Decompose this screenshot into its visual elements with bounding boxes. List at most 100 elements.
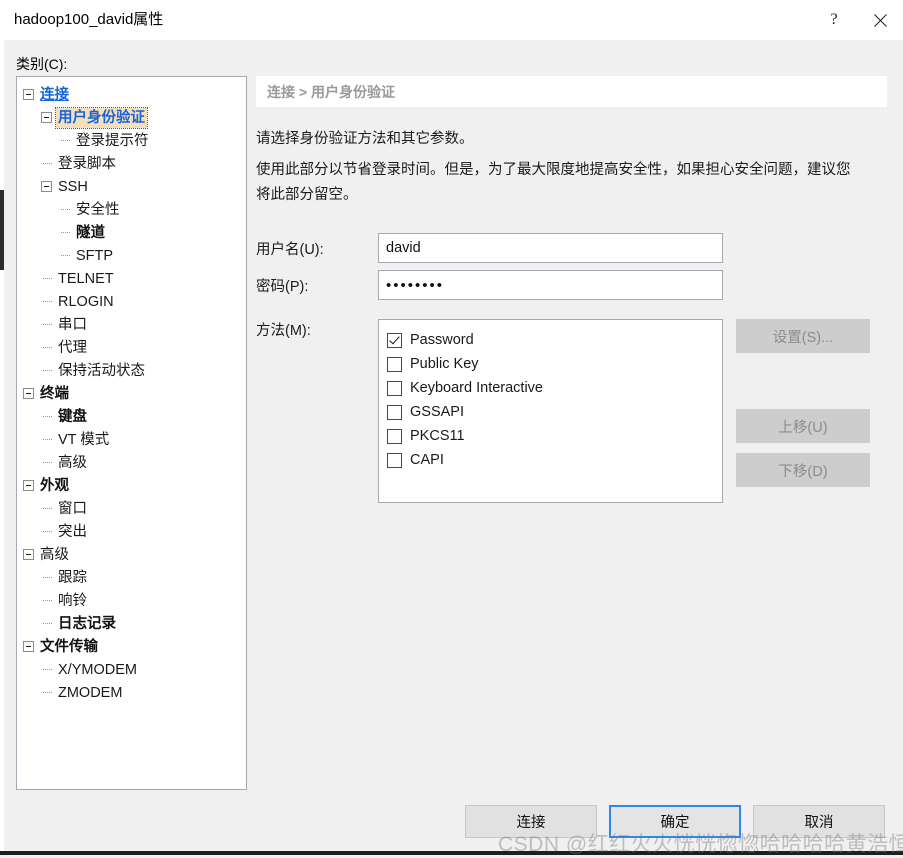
sidebar-item-14[interactable]: 键盘	[17, 405, 246, 428]
sidebar-item-1[interactable]: 用户身份验证	[17, 106, 246, 129]
tree-branch-line	[41, 428, 56, 451]
close-button[interactable]	[857, 0, 903, 40]
sidebar-item-20[interactable]: 高级	[17, 543, 246, 566]
title-bar: hadoop100_david属性 ?	[0, 0, 903, 40]
tree-collapse-icon[interactable]	[23, 89, 34, 100]
checkbox-icon[interactable]	[387, 405, 402, 420]
tree-branch-line	[41, 566, 56, 589]
username-input[interactable]	[378, 233, 723, 263]
password-label: 密码(P):	[256, 275, 378, 296]
tree-branch-line	[41, 520, 56, 543]
method-item-1[interactable]: Public Key	[387, 352, 722, 376]
description-line-2: 使用此部分以节省登录时间。但是，为了最大限度地提高安全性，如果担心安全问题，建议…	[256, 158, 864, 208]
checkbox-icon[interactable]	[387, 453, 402, 468]
username-row: 用户名(U):	[256, 233, 887, 263]
password-input[interactable]	[378, 270, 723, 300]
sidebar-item-label: VT 模式	[56, 430, 111, 450]
method-item-0[interactable]: Password	[387, 328, 722, 352]
category-label: 类别(C):	[16, 54, 67, 74]
tree-collapse-icon[interactable]	[23, 480, 34, 491]
sidebar-item-label: 响铃	[56, 591, 89, 611]
sidebar-item-8[interactable]: TELNET	[17, 267, 246, 290]
sidebar-item-22[interactable]: 响铃	[17, 589, 246, 612]
tree-branch-line	[41, 359, 56, 382]
method-label: PKCS11	[410, 428, 465, 444]
sidebar-item-label: 文件传输	[38, 637, 100, 657]
sidebar-item-7[interactable]: SFTP	[17, 244, 246, 267]
sidebar-item-23[interactable]: 日志记录	[17, 612, 246, 635]
sidebar-item-0[interactable]: 连接	[17, 83, 246, 106]
sidebar-item-6[interactable]: 隧道	[17, 221, 246, 244]
footer-button-group: 连接 确定 取消	[465, 805, 885, 838]
category-tree: 连接用户身份验证登录提示符登录脚本 SSH 安全性隧道SFTPTELNETRLOGI…	[17, 77, 246, 704]
window-title: hadoop100_david属性	[14, 0, 163, 40]
cancel-button[interactable]: 取消	[753, 805, 885, 838]
sidebar-item-label: ZMODEM	[56, 683, 124, 703]
sidebar-item-17[interactable]: 外观	[17, 474, 246, 497]
method-item-2[interactable]: Keyboard Interactive	[387, 376, 722, 400]
tree-collapse-icon[interactable]	[41, 112, 52, 123]
checkbox-checked-icon[interactable]	[387, 333, 402, 348]
ok-button[interactable]: 确定	[609, 805, 741, 838]
method-label: GSSAPI	[410, 404, 464, 420]
sidebar-item-label: 跟踪	[56, 568, 89, 588]
sidebar-item-label: 串口	[56, 315, 89, 335]
sidebar-item-12[interactable]: 保持活动状态	[17, 359, 246, 382]
tree-branch-line	[59, 244, 74, 267]
close-icon	[874, 14, 887, 27]
move-down-button[interactable]: 下移(D)	[736, 453, 870, 487]
sidebar-item-11[interactable]: 代理	[17, 336, 246, 359]
sidebar-item-5[interactable]: 安全性	[17, 198, 246, 221]
methods-list[interactable]: Password Public KeyKeyboard Interactive GS…	[378, 319, 723, 503]
connect-button[interactable]: 连接	[465, 805, 597, 838]
sidebar-item-18[interactable]: 窗口	[17, 497, 246, 520]
tree-branch-line	[41, 451, 56, 474]
settings-pane: 连接 > 用户身份验证 请选择身份验证方法和其它参数。 使用此部分以节省登录时间…	[256, 76, 887, 790]
sidebar-item-21[interactable]: 跟踪	[17, 566, 246, 589]
window-left-edge-shadow	[0, 190, 4, 270]
checkbox-icon[interactable]	[387, 429, 402, 444]
sidebar-item-label: 日志记录	[56, 614, 118, 634]
sidebar-item-label: 登录脚本	[56, 154, 118, 174]
side-buttons-gap-1	[736, 353, 870, 409]
sidebar-item-label: 安全性	[74, 200, 122, 220]
tree-collapse-icon[interactable]	[23, 641, 34, 652]
sidebar-item-3[interactable]: 登录脚本	[17, 152, 246, 175]
sidebar-item-label: RLOGIN	[56, 292, 116, 312]
sidebar-item-16[interactable]: 高级	[17, 451, 246, 474]
help-button[interactable]: ?	[811, 0, 857, 40]
sidebar-item-26[interactable]: ZMODEM	[17, 681, 246, 704]
checkbox-icon[interactable]	[387, 357, 402, 372]
tree-collapse-icon[interactable]	[23, 549, 34, 560]
sidebar-item-13[interactable]: 终端	[17, 382, 246, 405]
tree-branch-line	[41, 589, 56, 612]
sidebar-item-9[interactable]: RLOGIN	[17, 290, 246, 313]
tree-collapse-icon[interactable]	[23, 388, 34, 399]
help-icon: ?	[830, 12, 837, 28]
tree-branch-line	[41, 152, 56, 175]
method-label: Password	[410, 332, 474, 348]
sidebar-item-label: 高级	[56, 453, 89, 473]
sidebar-item-2[interactable]: 登录提示符	[17, 129, 246, 152]
sidebar-item-label: SSH	[56, 177, 90, 197]
tree-collapse-icon[interactable]	[41, 181, 52, 192]
sidebar-item-4[interactable]: SSH	[17, 175, 246, 198]
method-item-5[interactable]: CAPI	[387, 448, 722, 472]
sidebar-item-24[interactable]: 文件传输	[17, 635, 246, 658]
properties-button[interactable]: 设置(S)...	[736, 319, 870, 353]
sidebar-item-label: 终端	[38, 384, 71, 404]
method-item-4[interactable]: PKCS11	[387, 424, 722, 448]
sidebar-item-25[interactable]: X/YMODEM	[17, 658, 246, 681]
method-item-3[interactable]: GSSAPI	[387, 400, 722, 424]
move-up-button[interactable]: 上移(U)	[736, 409, 870, 443]
sidebar-item-15[interactable]: VT 模式	[17, 428, 246, 451]
description-line-1: 请选择身份验证方法和其它参数。	[256, 127, 864, 152]
sidebar-item-19[interactable]: 突出	[17, 520, 246, 543]
dialog-body: 类别(C): 连接用户身份验证登录提示符登录脚本SSH安全性隧道SFTPTELN…	[0, 40, 903, 855]
category-tree-panel[interactable]: 连接用户身份验证登录提示符登录脚本 SSH 安全性隧道SFTPTELNETRLOGI…	[16, 76, 247, 790]
side-buttons-gap-2	[736, 443, 870, 453]
tree-branch-line	[59, 129, 74, 152]
checkbox-icon[interactable]	[387, 381, 402, 396]
sidebar-item-10[interactable]: 串口	[17, 313, 246, 336]
methods-row: 方法(M): PasswordPublic KeyKeyboard Intera…	[256, 319, 887, 503]
